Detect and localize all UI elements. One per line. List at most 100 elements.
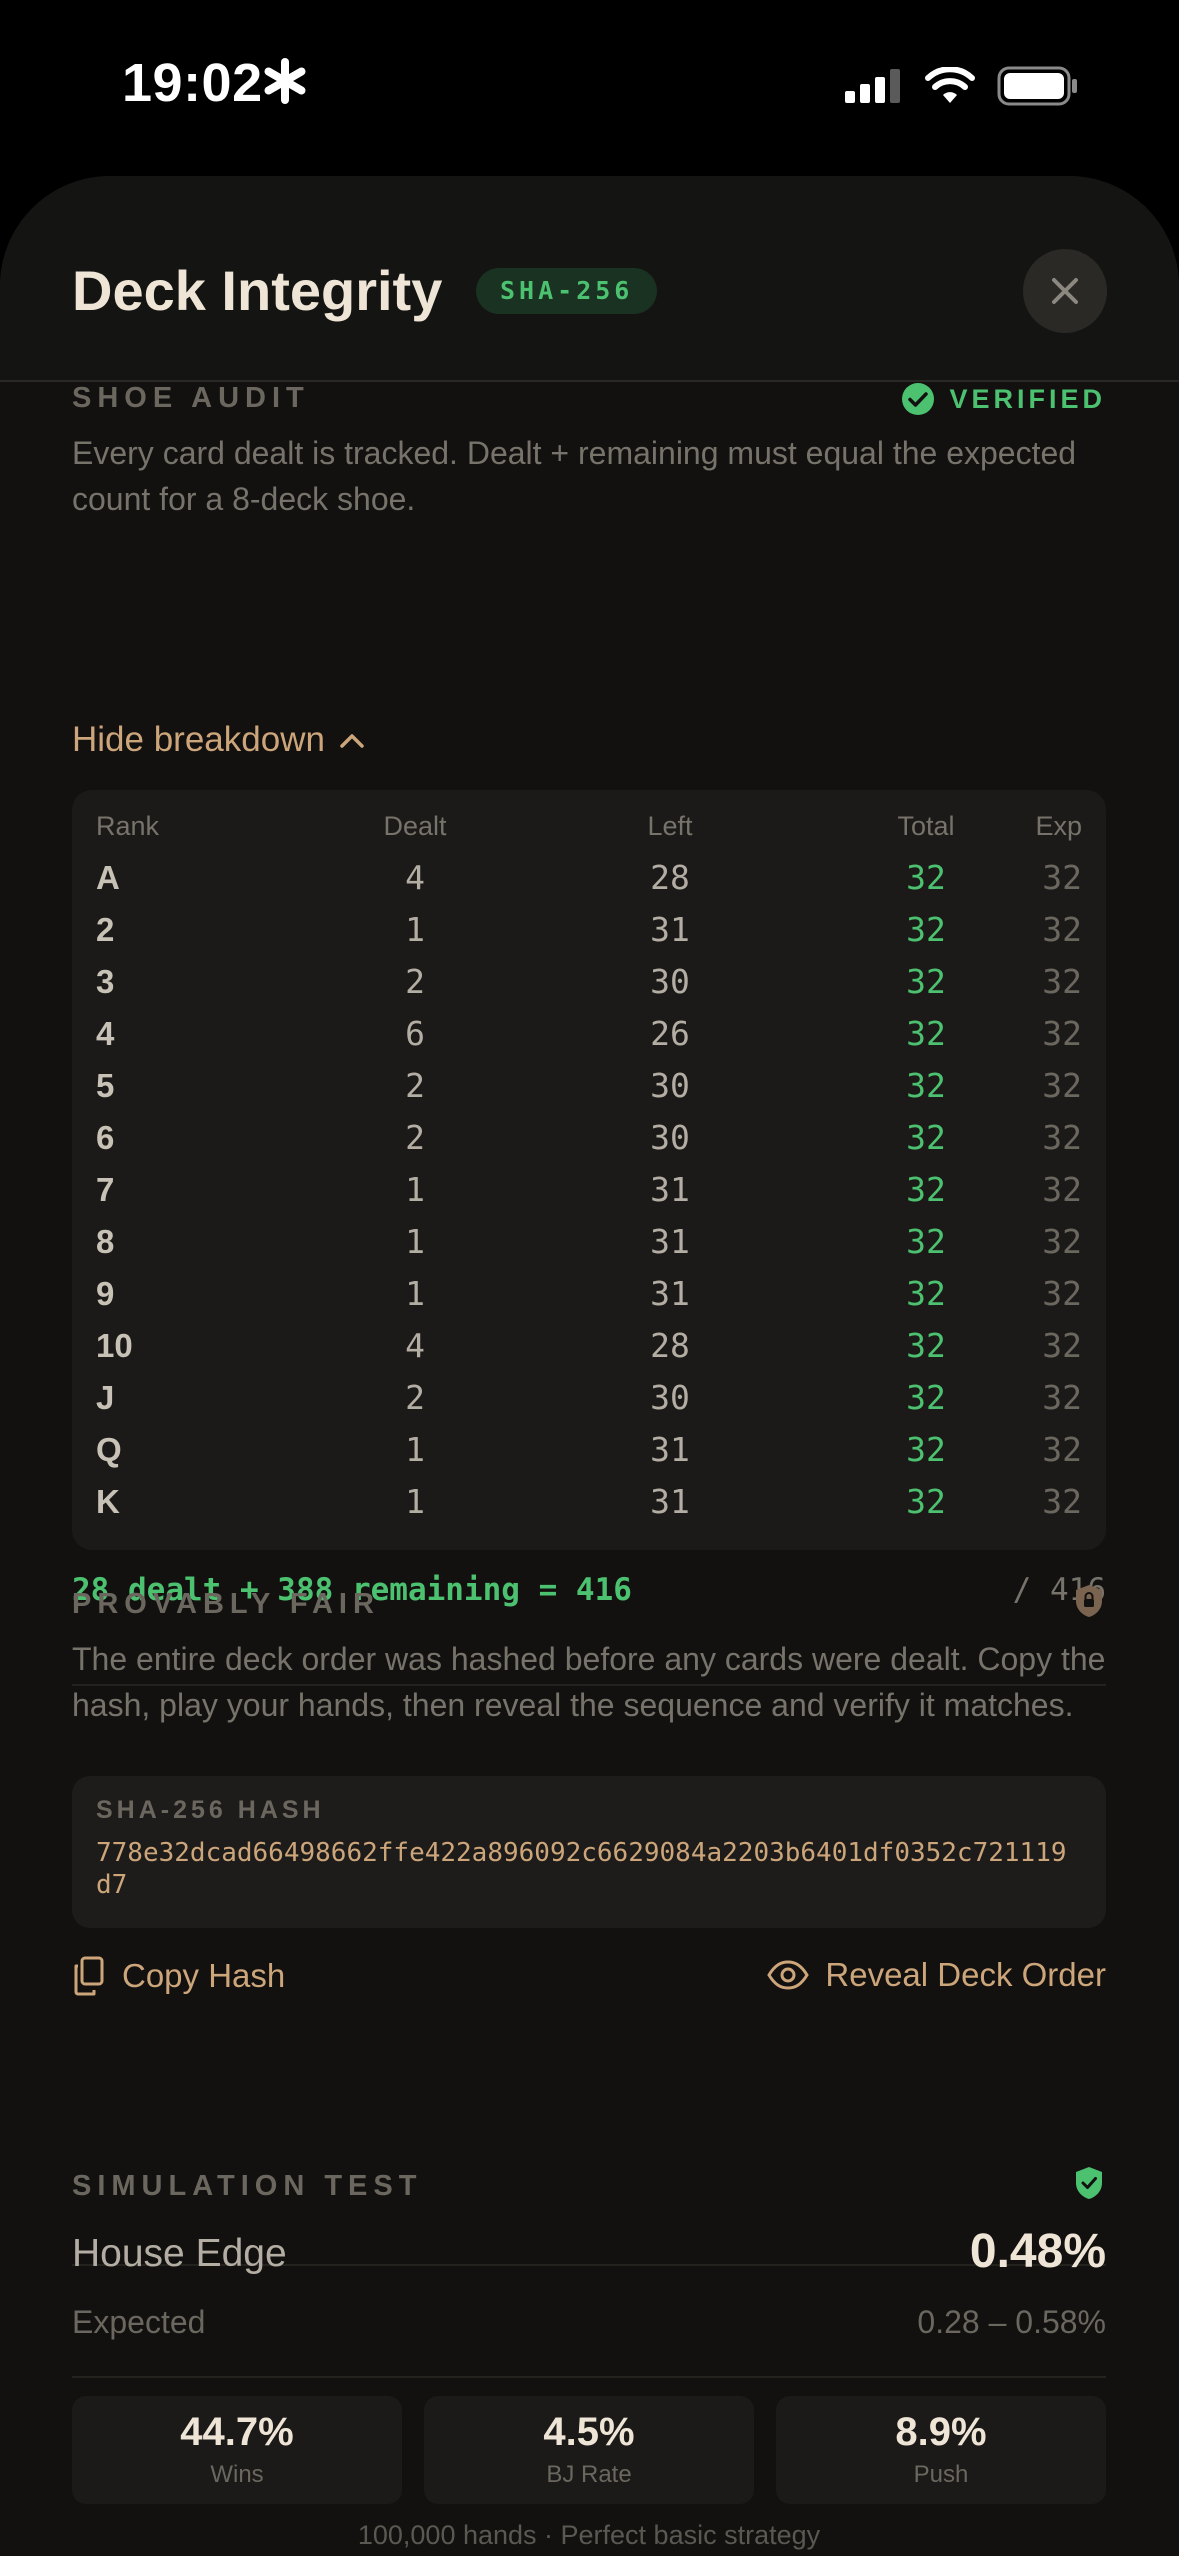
rank-cell: 2 bbox=[96, 911, 115, 948]
sheet-header: Deck Integrity SHA-256 bbox=[0, 176, 1179, 382]
hash-value[interactable]: 778e32dcad66498662ffe422a896092c6629084a… bbox=[96, 1837, 1082, 1901]
rank-cell: A bbox=[96, 859, 120, 896]
table-row: 10 4 28 32 32 bbox=[72, 1320, 1106, 1372]
stat-value: 8.9% bbox=[895, 2410, 987, 2454]
status-icons bbox=[845, 66, 1079, 106]
stat-card-wins: 44.7% Wins bbox=[72, 2396, 402, 2504]
house-edge-value: 0.48% bbox=[969, 2225, 1106, 2278]
stat-value: 44.7% bbox=[180, 2410, 294, 2454]
shield-check-icon bbox=[1076, 2167, 1102, 2199]
verified-label: VERIFIED bbox=[949, 383, 1106, 414]
dealt-cell: 2 bbox=[405, 962, 425, 1001]
left-cell: 31 bbox=[650, 1222, 690, 1261]
rank-cell: 3 bbox=[96, 963, 115, 1000]
section-divider bbox=[72, 2376, 1106, 2378]
total-cell: 32 bbox=[906, 1430, 946, 1469]
stat-card-bj-rate: 4.5% BJ Rate bbox=[424, 2396, 754, 2504]
left-cell: 31 bbox=[650, 1430, 690, 1469]
expected-cell: 32 bbox=[1042, 858, 1082, 897]
hide-breakdown-label: Hide breakdown bbox=[72, 720, 325, 759]
rank-cell: 9 bbox=[96, 1275, 115, 1312]
shoe-audit-label: SHOE AUDIT bbox=[72, 382, 310, 414]
shoe-audit-section: SHOE AUDIT VERIFIED Every card dealt is … bbox=[72, 382, 1106, 1642]
table-row: J 2 30 32 32 bbox=[72, 1372, 1106, 1424]
stat-card-push: 8.9% Push bbox=[776, 2396, 1106, 2504]
left-cell: 30 bbox=[650, 962, 690, 1001]
provably-fair-label: PROVABLY FAIR bbox=[72, 1588, 380, 1620]
reveal-deck-order-button[interactable]: Reveal Deck Order bbox=[767, 1956, 1106, 1994]
dealt-cell: 2 bbox=[405, 1066, 425, 1105]
left-cell: 26 bbox=[650, 1014, 690, 1053]
left-cell: 30 bbox=[650, 1066, 690, 1105]
stat-label: Push bbox=[913, 2461, 969, 2488]
rank-cell: 10 bbox=[96, 1327, 133, 1364]
reveal-deck-order-label: Reveal Deck Order bbox=[825, 1956, 1106, 1993]
expected-cell: 32 bbox=[1042, 1118, 1082, 1157]
column-header-dealt: Dealt bbox=[383, 811, 447, 841]
total-cell: 32 bbox=[906, 910, 946, 949]
expected-cell: 32 bbox=[1042, 962, 1082, 1001]
simulation-footnote: 100,000 hands · Perfect basic strategy bbox=[357, 2520, 821, 2550]
simulation-test-label: SIMULATION TEST bbox=[72, 2170, 423, 2202]
expected-cell: 32 bbox=[1042, 1326, 1082, 1365]
dealt-cell: 6 bbox=[405, 1014, 425, 1053]
chevron-up-icon bbox=[340, 734, 364, 748]
lock-shield-icon bbox=[1076, 1585, 1102, 1617]
shoe-audit-description: Every card dealt is tracked. Dealt + rem… bbox=[72, 435, 1077, 517]
total-cell: 32 bbox=[906, 1170, 946, 1209]
table-row: 7 1 31 32 32 bbox=[72, 1164, 1106, 1216]
rank-cell: 5 bbox=[96, 1067, 115, 1104]
table-header: Rank Dealt Left Total Exp bbox=[72, 800, 1106, 852]
hide-breakdown-button[interactable]: Hide breakdown bbox=[72, 720, 365, 760]
expected-cell: 32 bbox=[1042, 1170, 1082, 1209]
deck-integrity-sheet: SHOE AUDIT VERIFIED Every card dealt is … bbox=[0, 176, 1179, 2556]
expected-cell: 32 bbox=[1042, 1378, 1082, 1417]
dealt-cell: 1 bbox=[405, 1222, 425, 1261]
dealt-cell: 2 bbox=[405, 1378, 425, 1417]
dealt-cell: 4 bbox=[405, 1326, 425, 1365]
sha-badge: SHA-256 bbox=[476, 268, 658, 314]
total-cell: 32 bbox=[906, 962, 946, 1001]
rank-cell: J bbox=[96, 1379, 115, 1416]
check-circle-icon bbox=[902, 383, 935, 415]
table-row: 8 1 31 32 32 bbox=[72, 1216, 1106, 1268]
provably-fair-description: The entire deck order was hashed before … bbox=[72, 1641, 1106, 1723]
eye-icon bbox=[767, 1960, 810, 1990]
left-cell: 31 bbox=[650, 910, 690, 949]
expected-cell: 32 bbox=[1042, 1482, 1082, 1521]
total-cell: 32 bbox=[906, 1066, 946, 1105]
expected-cell: 32 bbox=[1042, 1014, 1082, 1053]
table-row: 9 1 31 32 32 bbox=[72, 1268, 1106, 1320]
rank-cell: K bbox=[96, 1483, 120, 1520]
expected-cell: 32 bbox=[1042, 1274, 1082, 1313]
copy-hash-label: Copy Hash bbox=[122, 1957, 286, 1994]
total-cell: 32 bbox=[906, 1118, 946, 1157]
copy-hash-button[interactable]: Copy Hash bbox=[72, 1956, 285, 1996]
rank-cell: Q bbox=[96, 1431, 122, 1468]
table-row: A 4 28 32 32 bbox=[72, 852, 1106, 904]
close-icon bbox=[1052, 278, 1078, 304]
left-cell: 30 bbox=[650, 1378, 690, 1417]
left-cell: 31 bbox=[650, 1170, 690, 1209]
column-header-total: Total bbox=[897, 811, 955, 841]
table-row: Q 1 31 32 32 bbox=[72, 1424, 1106, 1476]
battery-icon bbox=[997, 66, 1077, 106]
column-header-rank: Rank bbox=[96, 811, 160, 841]
dealt-cell: 4 bbox=[405, 858, 425, 897]
left-cell: 31 bbox=[650, 1482, 690, 1521]
dealt-cell: 1 bbox=[405, 1170, 425, 1209]
table-row: 3 2 30 32 32 bbox=[72, 956, 1106, 1008]
close-button[interactable] bbox=[1023, 249, 1107, 333]
table-row: 4 6 26 32 32 bbox=[72, 1008, 1106, 1060]
rank-cell: 4 bbox=[96, 1015, 115, 1052]
total-cell: 32 bbox=[906, 1326, 946, 1365]
wifi-icon bbox=[925, 67, 975, 103]
total-cell: 32 bbox=[906, 1014, 946, 1053]
asterisk-icon bbox=[264, 58, 306, 104]
left-cell: 28 bbox=[650, 858, 690, 897]
table-row: K 1 31 32 32 bbox=[72, 1476, 1106, 1528]
dealt-cell: 1 bbox=[405, 1482, 425, 1521]
expected-cell: 32 bbox=[1042, 1430, 1082, 1469]
hash-label: SHA-256 HASH bbox=[96, 1796, 325, 1824]
stat-label: BJ Rate bbox=[546, 2461, 632, 2488]
